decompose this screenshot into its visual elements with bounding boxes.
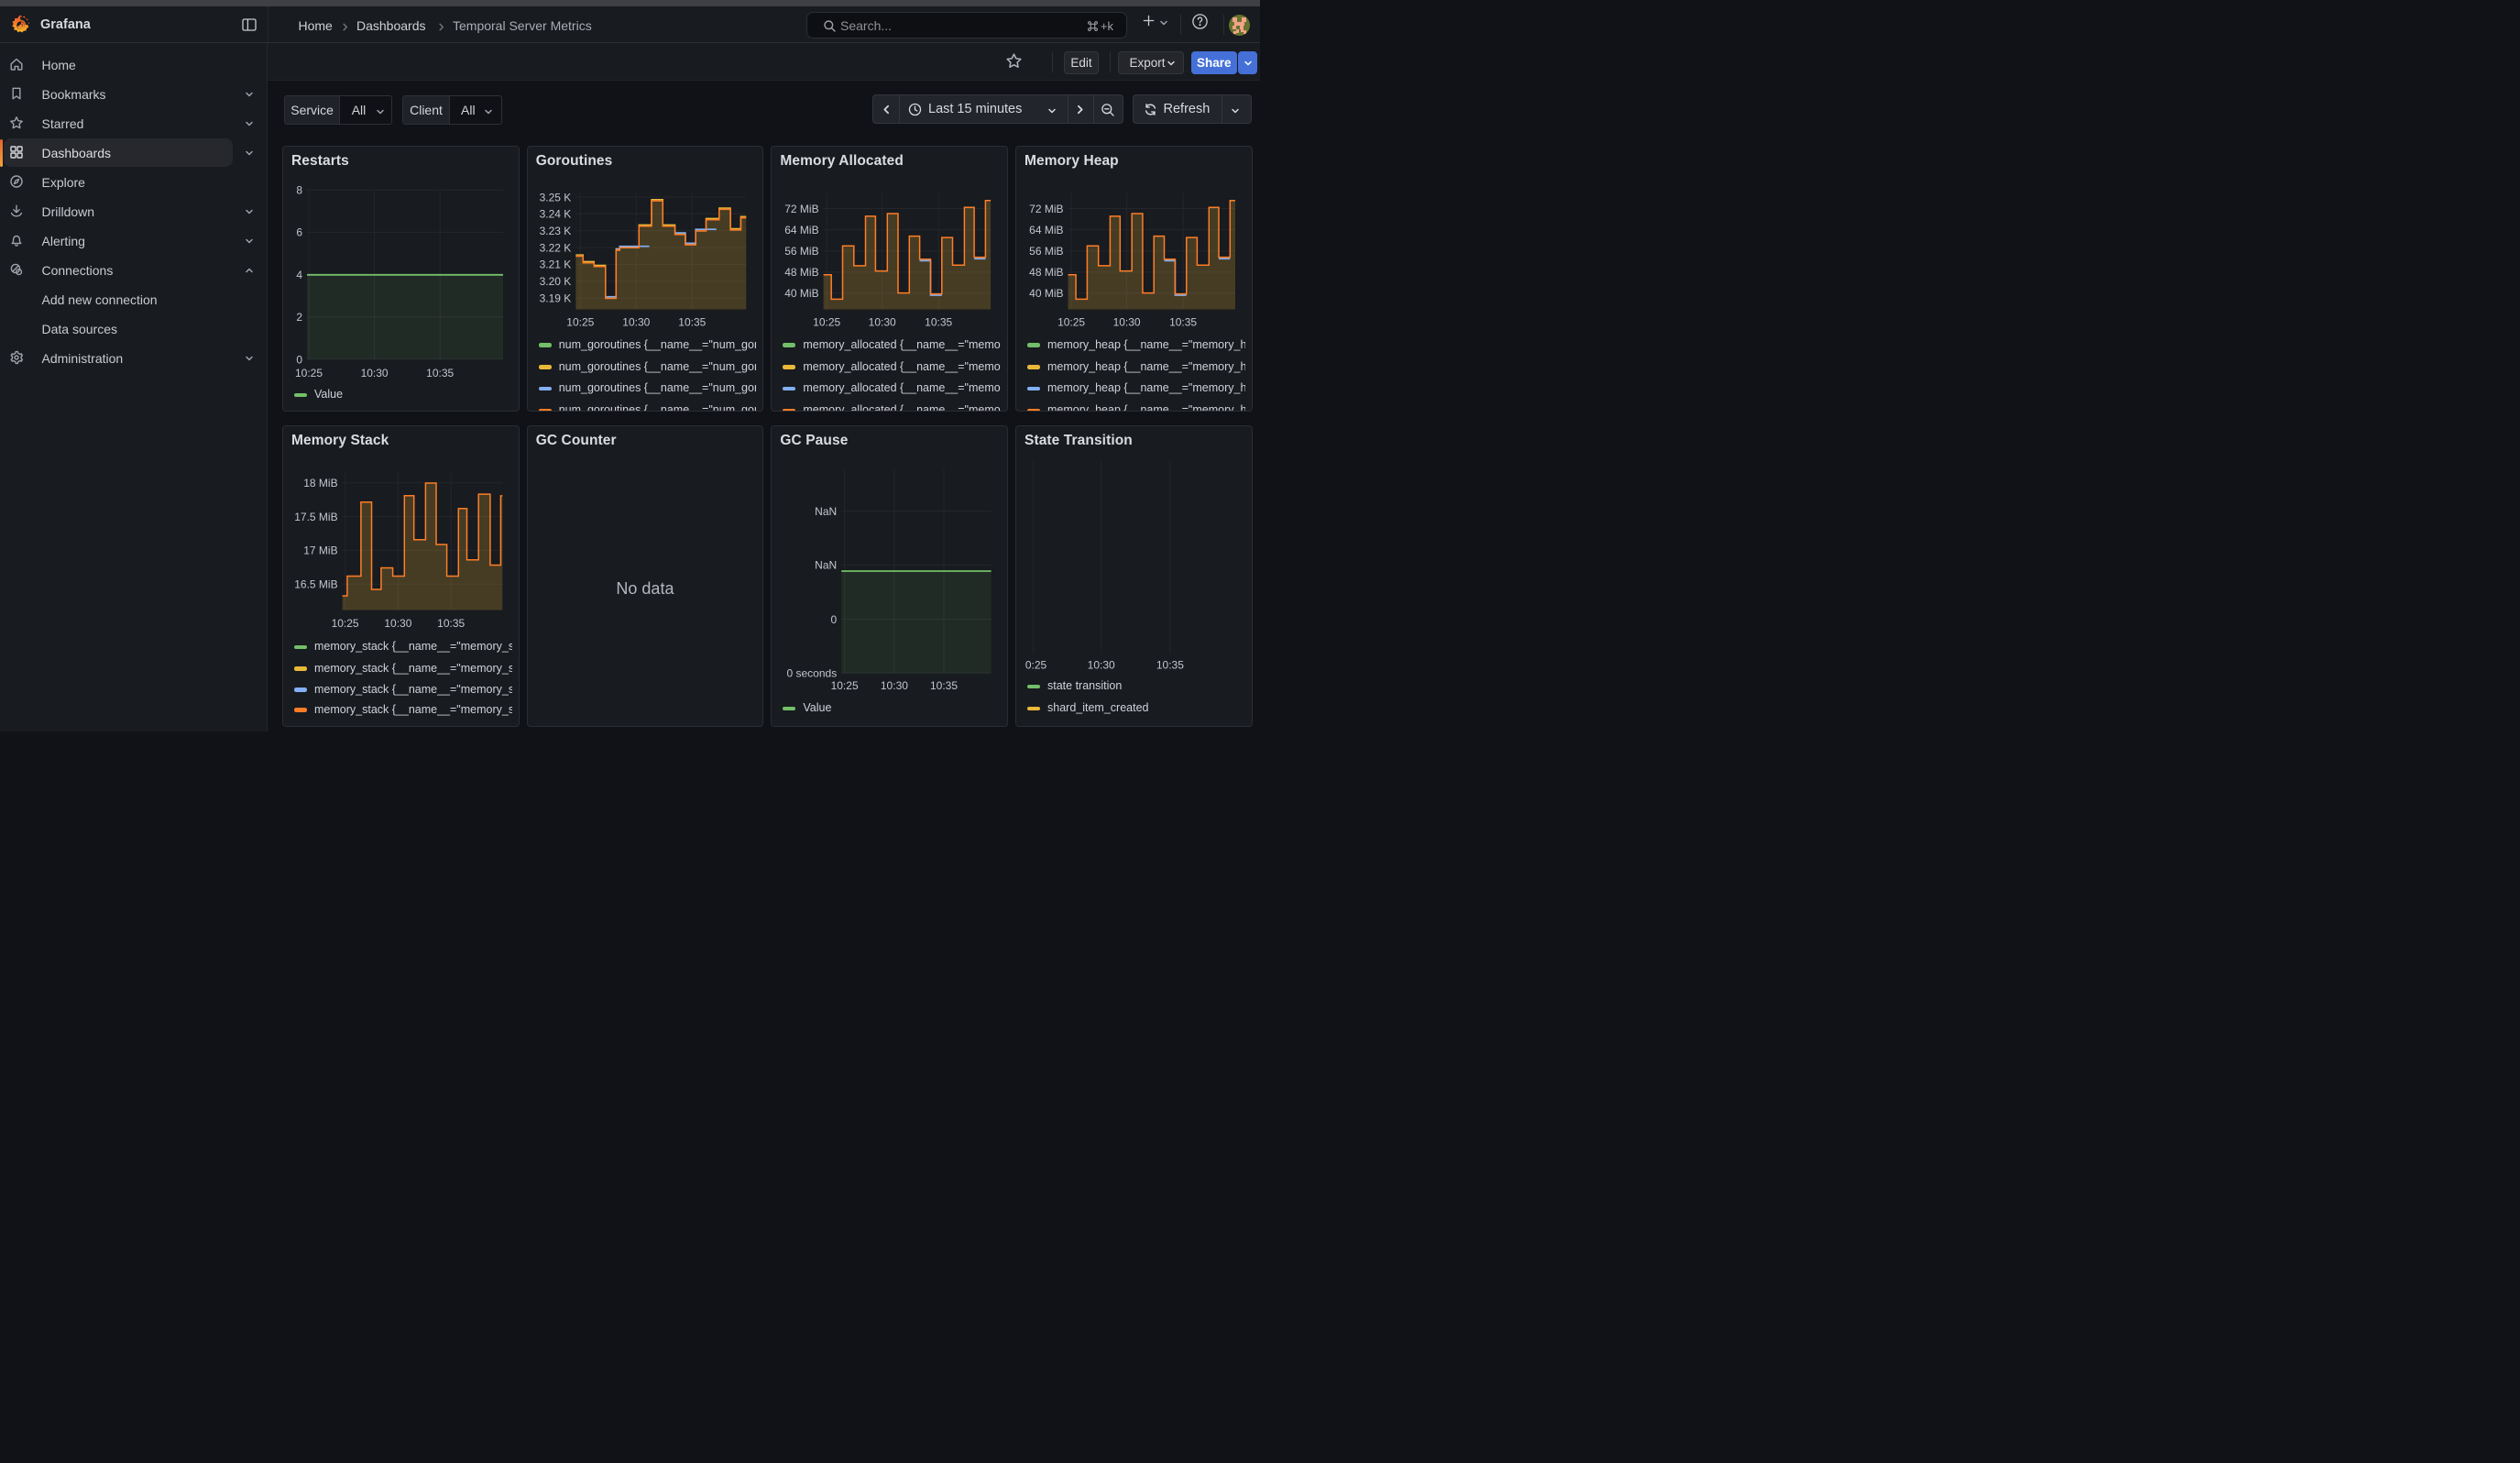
svg-text:17.5 MiB: 17.5 MiB [294, 510, 337, 522]
svg-text:18 MiB: 18 MiB [303, 477, 337, 490]
svg-text:0 seconds: 0 seconds [787, 666, 838, 679]
svg-text:10:25: 10:25 [566, 315, 594, 328]
svg-text:40 MiB: 40 MiB [785, 287, 819, 300]
svg-text:0: 0 [831, 612, 838, 625]
svg-text:72 MiB: 72 MiB [1029, 202, 1063, 214]
svg-text:10:35: 10:35 [930, 679, 958, 692]
svg-text:10:35: 10:35 [1156, 658, 1184, 671]
svg-text:64 MiB: 64 MiB [785, 223, 819, 236]
svg-text:10:25: 10:25 [1057, 315, 1085, 328]
svg-text:6: 6 [296, 226, 302, 238]
svg-text:10:30: 10:30 [1113, 315, 1141, 328]
svg-text:10:25: 10:25 [295, 366, 323, 379]
svg-text:48 MiB: 48 MiB [785, 266, 819, 279]
svg-text:17 MiB: 17 MiB [303, 544, 337, 556]
svg-text:0:25: 0:25 [1025, 658, 1047, 671]
svg-text:72 MiB: 72 MiB [785, 202, 819, 214]
svg-text:8: 8 [296, 183, 302, 196]
svg-text:10:25: 10:25 [814, 315, 841, 328]
svg-text:10:35: 10:35 [678, 315, 706, 328]
svg-text:3.24 K: 3.24 K [539, 207, 571, 220]
svg-text:10:30: 10:30 [622, 315, 650, 328]
svg-text:NaN: NaN [816, 504, 838, 517]
svg-text:40 MiB: 40 MiB [1029, 287, 1063, 300]
svg-text:NaN: NaN [816, 558, 838, 571]
svg-text:10:35: 10:35 [926, 315, 953, 328]
svg-text:10:25: 10:25 [332, 617, 359, 630]
svg-text:10:30: 10:30 [881, 679, 908, 692]
svg-text:10:35: 10:35 [426, 366, 454, 379]
svg-text:10:30: 10:30 [361, 366, 389, 379]
svg-text:56 MiB: 56 MiB [1029, 245, 1063, 258]
svg-text:2: 2 [296, 311, 302, 324]
svg-text:10:30: 10:30 [1088, 658, 1115, 671]
svg-text:3.23 K: 3.23 K [539, 225, 571, 237]
svg-text:10:30: 10:30 [869, 315, 896, 328]
svg-text:64 MiB: 64 MiB [1029, 223, 1063, 236]
svg-text:10:30: 10:30 [384, 617, 411, 630]
svg-text:48 MiB: 48 MiB [1029, 266, 1063, 279]
svg-text:3.20 K: 3.20 K [539, 275, 571, 288]
svg-text:56 MiB: 56 MiB [785, 245, 819, 258]
svg-text:3.22 K: 3.22 K [539, 241, 571, 254]
svg-text:10:35: 10:35 [437, 617, 465, 630]
svg-text:10:35: 10:35 [1169, 315, 1197, 328]
svg-text:16.5 MiB: 16.5 MiB [294, 578, 337, 590]
svg-text:4: 4 [296, 268, 302, 280]
svg-text:10:25: 10:25 [831, 679, 859, 692]
svg-text:3.21 K: 3.21 K [539, 258, 571, 270]
svg-text:0: 0 [296, 353, 302, 366]
svg-text:3.25 K: 3.25 K [539, 191, 571, 204]
svg-text:3.19 K: 3.19 K [539, 292, 571, 304]
